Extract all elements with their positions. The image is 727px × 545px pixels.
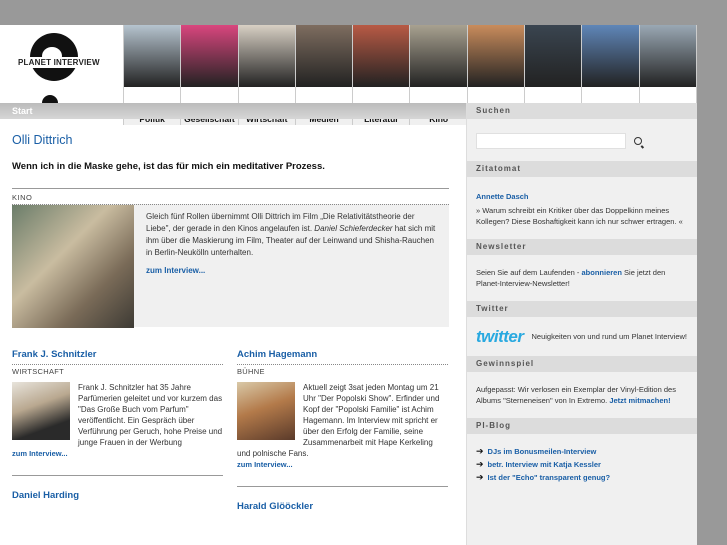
nav-photo[interactable]: [238, 25, 295, 87]
quote-text: » Warum schreibt ein Kritiker über das D…: [476, 206, 683, 226]
arrow-right-icon: ➔: [476, 446, 484, 456]
blog-link[interactable]: DJs im Bonusmeilen-Interview: [488, 446, 597, 457]
nav-photo[interactable]: [295, 25, 353, 87]
blog-link[interactable]: Ist der "Echo" transparent genug?: [488, 472, 611, 483]
nav-photo[interactable]: [639, 25, 696, 87]
teaser-columns: Frank J. Schnitzler WIRTSCHAFT Frank J. …: [12, 349, 449, 517]
twitter-section: twitter Neuigkeiten von und rund um Plan…: [467, 317, 697, 356]
search-icon[interactable]: [634, 137, 642, 145]
blog-heading: PI-Blog: [467, 418, 697, 434]
teaser-photo[interactable]: [237, 382, 295, 440]
logo-text: PLANET INTERVIEW: [16, 57, 102, 68]
nav-photo[interactable]: [410, 25, 467, 87]
feature-text: Gleich fünf Rollen übernimmt Olli Dittri…: [134, 205, 449, 327]
newsletter-heading: Newsletter: [467, 239, 697, 255]
newsletter-section: Seien Sie auf dem Laufenden - abonnieren…: [467, 255, 697, 301]
teaser-photo[interactable]: [12, 382, 70, 440]
teaser-name[interactable]: Frank J. Schnitzler: [12, 349, 223, 365]
twitter-text: Neuigkeiten von und rund um Planet Inter…: [531, 332, 688, 341]
teaser-more-link[interactable]: zum Interview...: [237, 459, 448, 470]
feature-category: KINO: [12, 188, 449, 202]
breadcrumb[interactable]: Start: [0, 103, 466, 119]
arrow-right-icon: ➔: [476, 459, 484, 469]
page: PLANET INTERVIEW Politik Gesellschaft Wirt…: [0, 25, 697, 545]
nav-photo[interactable]: [181, 25, 238, 87]
sidebar: Suchen Zitatomat Annette Dasch » Warum s…: [466, 103, 697, 545]
feature-author: Daniel Schieferdecker: [314, 224, 393, 233]
blog-link[interactable]: betr. Interview mit Katja Kessler: [488, 459, 601, 470]
twitter-logo-icon[interactable]: twitter: [476, 328, 524, 345]
teaser-right: Achim Hagemann BÜHNE Aktuell zeigt 3sat …: [237, 349, 448, 517]
feature-box: Gleich fünf Rollen übernimmt Olli Dittri…: [12, 204, 449, 328]
search-section: [467, 119, 697, 161]
blog-list: ➔ DJs im Bonusmeilen-Interview ➔ betr. Int…: [467, 434, 697, 497]
teaser-next-name[interactable]: Harald Glööckler: [237, 501, 448, 517]
nav-photo[interactable]: [124, 25, 181, 87]
feature-lead: Wenn ich in die Maske gehe, ist das für …: [12, 161, 325, 172]
zitatomat-heading: Zitatomat: [467, 161, 697, 177]
newsletter-subscribe-link[interactable]: abonnieren: [582, 268, 622, 277]
teaser-category: BÜHNE: [237, 367, 265, 376]
blog-item[interactable]: ➔ Ist der "Echo" transparent genug?: [476, 472, 688, 483]
nav-photo[interactable]: [525, 25, 582, 87]
search-heading: Suchen: [467, 103, 697, 119]
blog-item[interactable]: ➔ DJs im Bonusmeilen-Interview: [476, 446, 688, 457]
quote-author[interactable]: Annette Dasch: [476, 191, 688, 202]
teaser-left: Frank J. Schnitzler WIRTSCHAFT Frank J. …: [12, 349, 223, 517]
teaser-next-name[interactable]: Daniel Harding: [12, 490, 223, 506]
teaser-text: Frank J. Schnitzler hat 35 Jahre Parfüme…: [78, 383, 223, 447]
teaser-category: WIRTSCHAFT: [12, 367, 65, 376]
teaser-body: Aktuell zeigt 3sat jeden Montag um 21 Uh…: [237, 382, 448, 470]
feature-photo[interactable]: [12, 205, 134, 328]
search-input[interactable]: [476, 133, 626, 149]
nav-photo[interactable]: [353, 25, 410, 87]
teaser-name[interactable]: Achim Hagemann: [237, 349, 448, 365]
feature-title[interactable]: Olli Dittrich: [12, 133, 449, 147]
gewinnspiel-heading: Gewinnspiel: [467, 356, 697, 372]
main-content: Olli Dittrich Wenn ich in die Maske gehe…: [12, 133, 449, 517]
teaser-body: Frank J. Schnitzler hat 35 Jahre Parfüme…: [12, 382, 223, 459]
nav-photo[interactable]: [582, 25, 639, 87]
gewinnspiel-link[interactable]: Jetzt mitmachen!: [609, 396, 670, 405]
zitatomat-section: Annette Dasch » Warum schreibt ein Kriti…: [467, 177, 697, 239]
twitter-heading: Twitter: [467, 301, 697, 317]
gewinnspiel-section: Aufgepasst: Wir verlosen ein Exemplar de…: [467, 372, 697, 418]
newsletter-text: Seien Sie auf dem Laufenden -: [476, 268, 582, 277]
blog-item[interactable]: ➔ betr. Interview mit Katja Kessler: [476, 459, 688, 470]
feature-more-link[interactable]: zum Interview...: [146, 265, 437, 277]
nav-photo[interactable]: [467, 25, 525, 87]
arrow-right-icon: ➔: [476, 472, 484, 482]
teaser-more-link[interactable]: zum Interview...: [12, 448, 223, 459]
